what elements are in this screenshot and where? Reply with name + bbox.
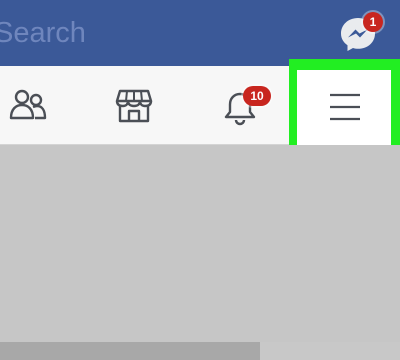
friends-icon <box>9 89 47 120</box>
search-input[interactable] <box>0 10 314 56</box>
bottom-strip <box>0 342 400 360</box>
marketplace-icon <box>115 89 153 123</box>
tab-friends[interactable] <box>0 66 100 144</box>
notifications-badge: 10 <box>243 86 271 106</box>
tab-menu[interactable] <box>297 70 391 146</box>
tab-marketplace[interactable] <box>100 66 200 144</box>
tab-notifications[interactable]: 10 <box>200 66 300 144</box>
content-area <box>0 145 400 360</box>
messenger-button[interactable]: 1 <box>338 12 384 58</box>
top-bar: 1 <box>0 0 400 66</box>
messenger-badge: 1 <box>363 12 383 32</box>
hamburger-menu-icon <box>330 93 360 121</box>
